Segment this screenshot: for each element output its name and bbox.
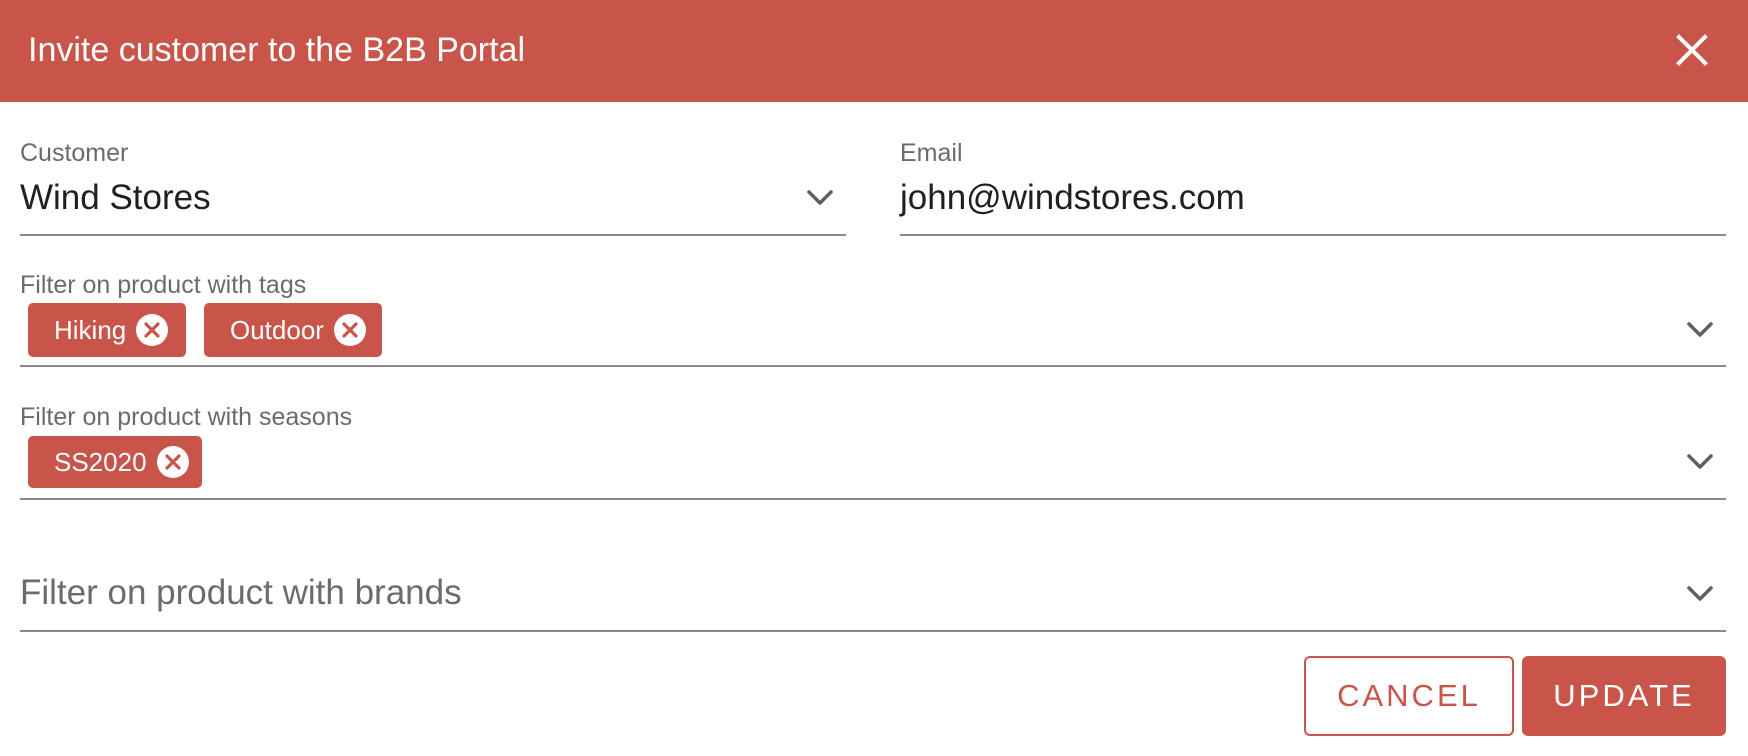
chip-remove-button[interactable] [156,446,189,478]
chevron-down-icon[interactable] [804,182,836,214]
brands-placeholder: Filter on product with brands [20,573,462,612]
close-icon [164,454,181,470]
customer-label: Customer [20,139,129,167]
customer-value: Wind Stores [20,178,211,217]
tags-underline [20,365,1726,367]
brands-underline [20,630,1726,632]
update-button[interactable]: UPDATE [1522,656,1726,736]
chip-label: Hiking [54,315,127,345]
chip-label: Outdoor [230,315,324,345]
cancel-button[interactable]: CANCEL [1304,656,1514,736]
invite-dialog: Invite customer to the B2B Portal Custom… [0,0,1748,756]
dialog-title: Invite customer to the B2B Portal [28,31,526,69]
close-icon [144,322,160,338]
dialog-header: Invite customer to the B2B Portal [0,0,1748,102]
seasons-underline [20,498,1726,500]
season-chip-ss2020[interactable]: SS2020 [28,436,202,488]
email-underline [900,234,1726,236]
chevron-down-icon[interactable] [1684,314,1716,346]
tag-chip-outdoor[interactable]: Outdoor [204,303,382,357]
email-label: Email [900,139,963,167]
seasons-label: Filter on product with seasons [20,403,353,431]
tags-label: Filter on product with tags [20,271,307,299]
tag-chip-hiking[interactable]: Hiking [28,303,186,357]
chevron-down-icon[interactable] [1684,578,1716,610]
chip-label: SS2020 [54,447,147,477]
chip-remove-button[interactable] [136,314,169,346]
close-icon [342,322,358,338]
email-value[interactable]: john@windstores.com [900,177,1245,219]
close-button[interactable] [1672,30,1712,70]
close-icon [1676,34,1708,66]
chevron-down-icon[interactable] [1684,446,1716,478]
chip-remove-button[interactable] [333,314,366,346]
customer-underline [20,234,846,236]
